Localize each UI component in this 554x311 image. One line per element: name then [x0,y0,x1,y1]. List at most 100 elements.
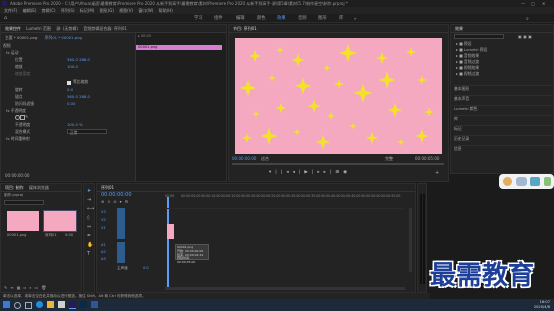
menu-window[interactable]: 窗口(W) [138,8,153,13]
sequence-clip-label[interactable]: 序列01 * 00001.png [45,35,82,40]
track-header-v2[interactable]: V2 [101,216,163,224]
maximize-button[interactable]: □ [531,1,537,6]
accelerated-filter-icon[interactable]: ▣ [518,34,522,39]
workspace-graphics[interactable]: 图形 [318,15,327,23]
clock[interactable]: 16:07 2020/4/8 [510,300,550,310]
edge-icon[interactable] [36,301,43,308]
lift-icon[interactable]: ⊞ [335,170,343,175]
workspace-audio[interactable]: 音频 [298,15,307,23]
tab-source[interactable]: 源: (无剪辑) [56,26,78,31]
section-essential-graphics[interactable]: 基本图形 [454,85,552,92]
menu-help[interactable]: 帮助(H) [159,8,173,13]
play-icon[interactable]: ▶ [304,170,311,175]
fx-time-remap[interactable]: fx 时间重映射 [6,136,30,142]
project-search-input[interactable] [4,200,44,205]
tab-audio-clip-mixer[interactable]: 音频剪辑混合器: 序列01 [83,26,127,31]
track-header-v1[interactable]: V1 [101,224,163,239]
workspace-editing[interactable]: 编辑 [236,15,245,23]
photoshop-taskbar-icon[interactable] [80,301,87,308]
blend-mode-select[interactable]: 正常 [67,129,107,135]
workspace-color[interactable]: 颜色 [257,15,266,23]
anchor-value[interactable]: 360.0 288.0 [67,94,90,100]
selection-tool-icon[interactable]: ➤ [87,188,91,194]
menu-view[interactable]: 视图(V) [119,8,133,13]
icon-view-icon[interactable]: ▦ [17,285,24,290]
capture-icon[interactable] [530,177,540,186]
opacity-value[interactable]: 100.0 % [67,122,83,128]
workspace-learn[interactable]: 学习 [194,15,203,23]
timeline-ruler[interactable]: 00:00 00:00:05:00 00:00:10:00 00:00:15:0… [165,192,411,202]
razor-tool-icon[interactable]: ◊ [87,215,89,221]
position-value[interactable]: 360.0 288.0 [67,57,90,63]
track-select-tool-icon[interactable]: ⇥ [87,197,91,203]
tab-effect-controls[interactable]: 效果控件 [5,26,21,31]
audio-target-highlight[interactable] [117,242,125,263]
more-icon[interactable]: » [354,15,356,23]
chat-icon[interactable] [516,177,527,186]
tab-project[interactable]: 项目: 制作 [5,185,24,190]
workspace-libraries[interactable]: 库 [339,15,343,23]
tab-lumetri-scopes[interactable]: Lumetri 范围 [26,26,51,31]
master-track-value[interactable]: 0.0 [143,266,149,270]
ripple-edit-tool-icon[interactable]: ⟷ [87,206,94,212]
explorer-icon[interactable] [47,301,54,308]
menu-sequence[interactable]: 序列(S) [61,8,75,13]
wrench-icon[interactable]: ⚙ [125,199,132,204]
timeline-vertical-scrollbar[interactable] [409,208,412,272]
hand-tool-icon[interactable]: ✋ [87,242,93,248]
fx-opacity[interactable]: fx 不透明度 [6,108,26,114]
menu-clip[interactable]: 剪辑(C) [42,8,56,13]
menu-marker[interactable]: 标记(M) [80,8,95,13]
close-button[interactable]: ✕ [542,1,548,6]
master-clip-label[interactable]: 主要 * 00001.png [5,35,37,40]
section-essential-sound[interactable]: 基本声音 [454,95,552,102]
effects-panel-title[interactable]: 效果 [455,26,463,31]
effect-timeline-clip[interactable]: 00001.png [136,45,222,50]
type-tool-icon[interactable]: T [87,251,90,257]
menu-file[interactable]: 文件(F) [4,8,17,13]
clip-thumbnail-png[interactable] [7,211,39,231]
timeline-horizontal-scrollbar[interactable] [165,287,405,290]
pen-tool-icon[interactable]: ✒ [87,233,91,239]
timeline-clip-png[interactable] [167,224,174,239]
uniform-scale-checkbox[interactable] [67,81,71,85]
anti-flicker-value[interactable]: 0.00 [67,101,75,107]
playhead-scrubber[interactable] [232,163,444,165]
slip-tool-icon[interactable]: ⇔ [87,224,91,230]
fx-motion[interactable]: fx 运动 [6,50,18,56]
speed-icon[interactable] [503,177,512,186]
menu-graphics[interactable]: 图形(G) [100,8,114,13]
word-taskbar-icon[interactable] [91,301,98,308]
section-info[interactable]: 信息 [454,145,552,152]
section-lumetri-color[interactable]: Lumetri 颜色 [454,105,552,112]
tab-media-browser[interactable]: 媒体浏览器 [29,185,49,190]
scale-value[interactable]: 100.0 [67,64,78,70]
32bit-filter-icon[interactable]: ▣ [523,34,527,39]
add-button-icon[interactable]: + [435,170,439,176]
quality-dropdown[interactable]: 完整 [385,156,395,161]
sequence-thumbnail[interactable] [43,210,77,232]
expand-icon[interactable] [544,177,551,186]
frame-back-icon[interactable]: ◂| [293,170,305,175]
track-header-v3[interactable]: V3 [101,208,163,216]
start-icon[interactable] [3,301,10,308]
trash-icon[interactable]: 🗑 [41,285,49,290]
yuv-filter-icon[interactable]: ▣ [528,34,532,39]
program-timecode[interactable]: 00:00:00:00 [232,156,256,161]
video-target-highlight[interactable] [117,208,125,239]
search-icon[interactable]: ⌕ [526,15,529,23]
track-header-a1[interactable]: A1 [101,242,163,249]
step-back-icon[interactable]: |◂ [281,170,293,175]
minimize-button[interactable]: — [521,1,527,6]
export-frame-icon[interactable]: ◉ [343,170,351,175]
section-markers[interactable]: 标记 [454,125,552,132]
track-header-a3[interactable]: A3 [101,256,163,263]
rotation-value[interactable]: 0.0 [67,87,73,93]
track-header-a2[interactable]: A2 [101,249,163,256]
workspace-assembly[interactable]: 组件 [214,15,223,23]
home-icon[interactable]: ⌂ [4,15,7,21]
search-taskbar-icon[interactable] [14,302,21,309]
section-libraries[interactable]: 库 [454,115,552,122]
timeline-timecode[interactable]: 00:00:00:00 [101,192,132,198]
fit-dropdown[interactable]: 适合 [261,156,273,161]
